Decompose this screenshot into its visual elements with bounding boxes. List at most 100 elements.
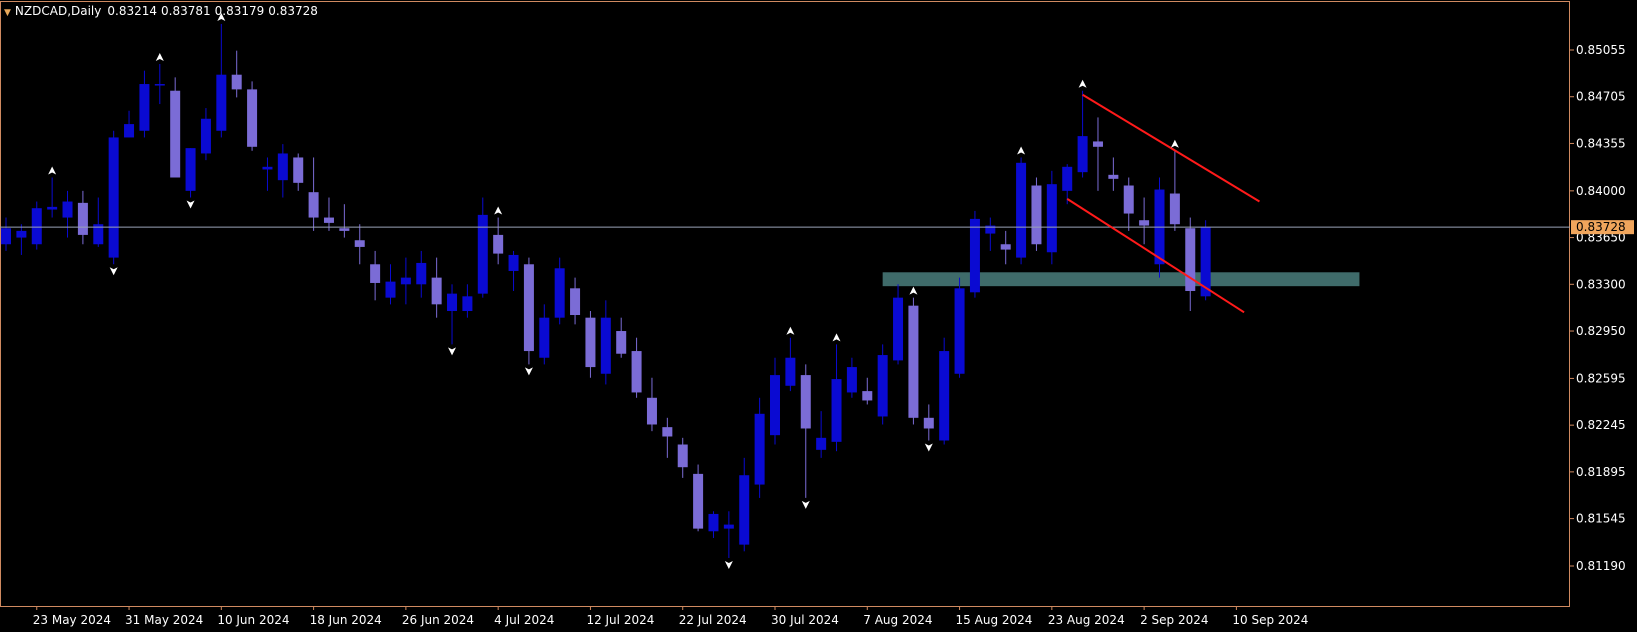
candle [216, 23, 227, 138]
candle [585, 311, 596, 378]
candle [462, 284, 473, 318]
x-tick-label: 30 Jul 2024 [771, 613, 839, 627]
candle [77, 190, 88, 245]
candle [308, 157, 319, 231]
candle-body [16, 230, 27, 238]
candle-body [785, 357, 796, 386]
candle-body [831, 379, 842, 442]
candle [1123, 177, 1134, 231]
chart-header: ▼ NZDCAD,Daily 0.83214 0.83781 0.83179 0.8372… [4, 4, 322, 18]
x-tick-label: 23 Aug 2024 [1048, 613, 1125, 627]
candle-body [969, 218, 980, 293]
candle-body [108, 137, 119, 258]
candle-body [124, 124, 135, 138]
fractal-up-arrow-icon [48, 166, 57, 175]
low-value: 0.83179 [214, 4, 265, 18]
candle [400, 257, 411, 305]
fractal-down-arrow-icon [186, 200, 195, 209]
candle-body [570, 288, 581, 316]
fractal-up-arrow-icon [786, 326, 795, 335]
candle-body [400, 277, 411, 285]
candle-body [493, 234, 504, 254]
y-tick-label: 0.84355 [1576, 136, 1626, 150]
candle [969, 210, 980, 298]
candle [185, 148, 196, 198]
candle [1, 217, 11, 251]
candle-body [662, 427, 673, 437]
candle-body [800, 375, 811, 429]
x-tick-label: 2 Sep 2024 [1140, 613, 1208, 627]
candle-body [1062, 166, 1073, 191]
trendline [1082, 93, 1260, 203]
candle-body [723, 524, 734, 529]
candle-body [247, 89, 258, 147]
candle-body [231, 74, 242, 90]
candle-body [354, 240, 365, 247]
candle-body [631, 351, 642, 393]
high-value: 0.83781 [161, 4, 211, 18]
candle [862, 377, 873, 405]
candle [800, 364, 811, 498]
x-tick-label: 18 Jun 2024 [310, 613, 382, 627]
candle-body [846, 367, 857, 393]
price-axis: 0.850550.847050.843550.840000.836500.833… [1570, 43, 1634, 573]
candle [154, 64, 165, 105]
candle [539, 304, 550, 365]
candle [339, 204, 350, 238]
candle-body [600, 317, 611, 374]
current-price-label: 0.83728 [1576, 220, 1626, 234]
candle-body [1139, 220, 1150, 226]
candle [831, 344, 842, 452]
candle-body [370, 264, 381, 283]
candle-body [739, 475, 750, 545]
x-tick-label: 10 Jun 2024 [217, 613, 289, 627]
candle [124, 110, 135, 138]
fractal-down-arrow-icon [524, 367, 533, 376]
candlestick-chart[interactable]: 0.850550.847050.843550.840000.836500.833… [0, 0, 1637, 632]
candle-body [939, 351, 950, 441]
candle [431, 257, 442, 318]
candle [877, 344, 888, 425]
candles-layer [1, 23, 1211, 558]
candle-body [416, 262, 427, 285]
symbol-timeframe: NZDCAD,Daily [14, 4, 102, 18]
candle [1139, 197, 1150, 245]
candle [31, 201, 42, 250]
fractal-up-arrow-icon [155, 53, 164, 62]
candle [616, 317, 627, 358]
dropdown-triangle-icon[interactable]: ▼ [4, 8, 11, 18]
x-tick-label: 22 Jul 2024 [679, 613, 747, 627]
x-tick-label: 7 Aug 2024 [863, 613, 932, 627]
candle-body [539, 317, 550, 358]
candle [354, 224, 365, 265]
candle [62, 190, 73, 238]
candle-body [554, 268, 565, 318]
candle [570, 277, 581, 325]
candle [370, 250, 381, 301]
fractal-down-arrow-icon [448, 347, 457, 356]
fractal-down-arrow-icon [924, 443, 933, 452]
fractal-up-arrow-icon [1078, 79, 1087, 88]
candle [754, 397, 765, 498]
candle [893, 284, 904, 365]
y-tick-label: 0.81190 [1576, 559, 1626, 573]
y-tick-label: 0.81545 [1576, 512, 1626, 526]
candle-body [200, 118, 211, 154]
candle-body [923, 417, 934, 429]
candle [846, 357, 857, 398]
candle-body [862, 391, 873, 401]
candle [677, 437, 688, 478]
candle-body [1185, 228, 1196, 291]
y-tick-label: 0.82950 [1576, 324, 1626, 338]
candle [447, 284, 458, 345]
candle-body [47, 206, 58, 210]
candle-body [1108, 174, 1119, 179]
candle [493, 217, 504, 265]
candle-body [954, 288, 965, 374]
y-tick-label: 0.82595 [1576, 371, 1626, 385]
candle [1185, 217, 1196, 312]
y-tick-label: 0.84705 [1576, 90, 1626, 104]
close-value: 0.83728 [268, 4, 318, 18]
candle [1062, 164, 1073, 205]
candle [1000, 230, 1011, 265]
